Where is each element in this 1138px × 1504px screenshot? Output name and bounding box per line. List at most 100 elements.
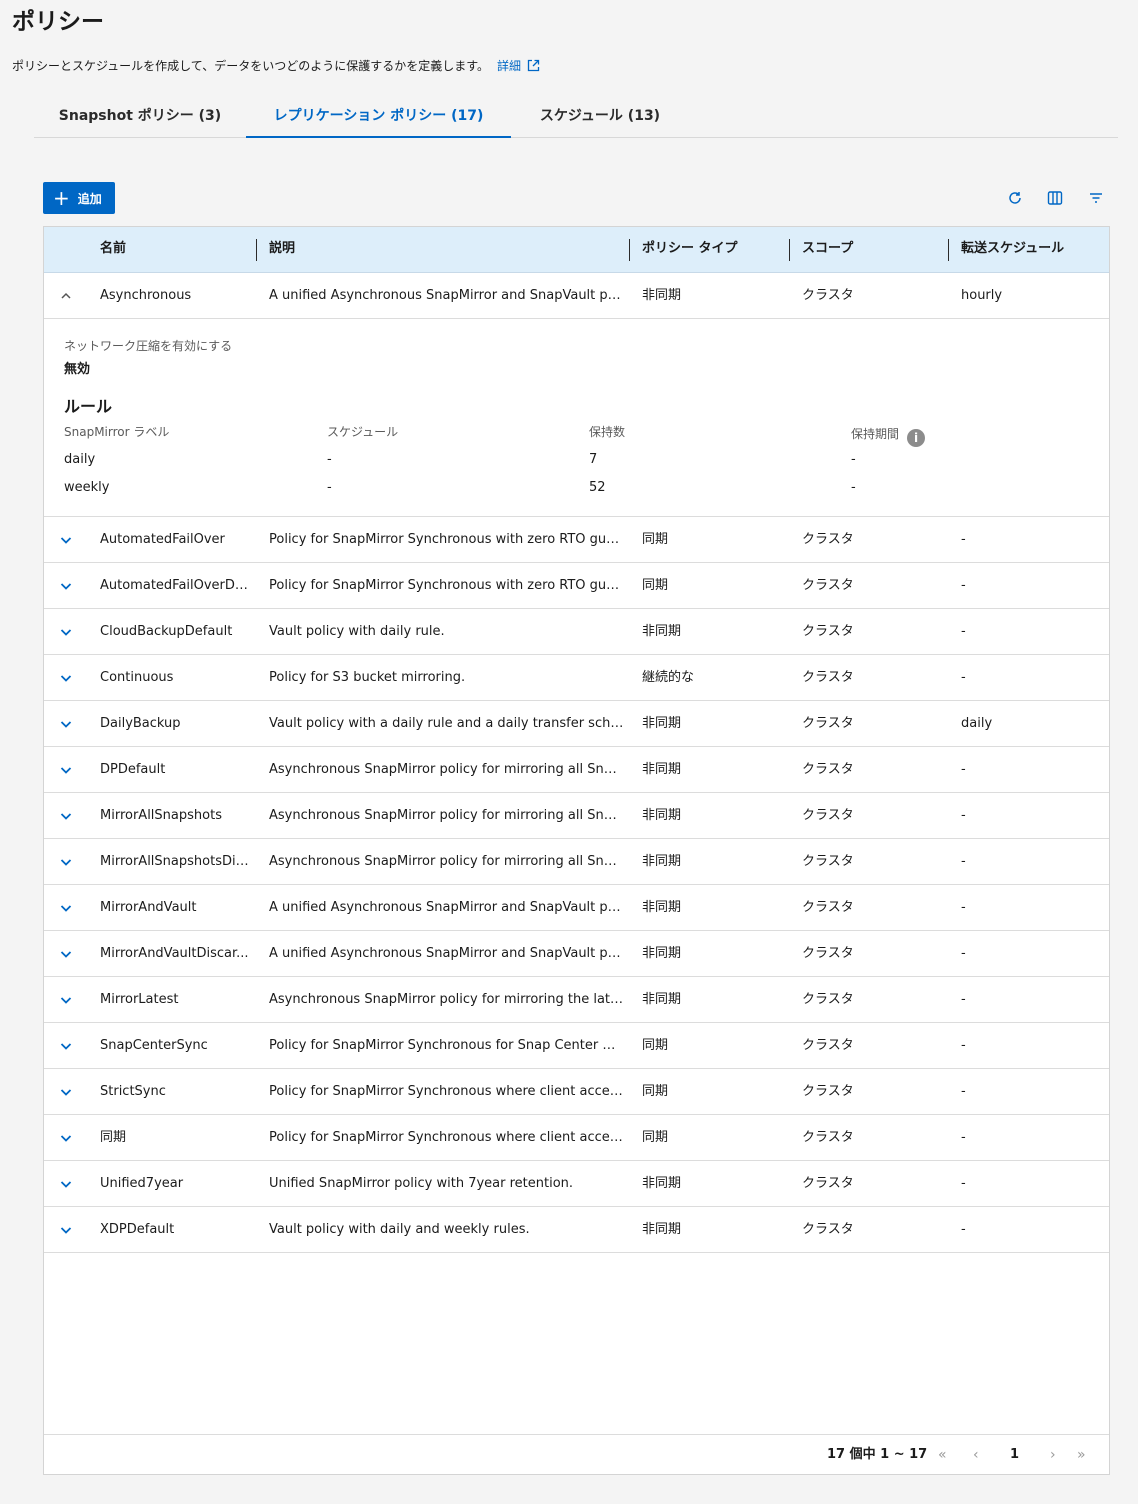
row-transfer-schedule: - xyxy=(961,1130,966,1145)
chevron-down-icon[interactable] xyxy=(59,900,73,914)
row-name: XDPDefault xyxy=(100,1222,175,1237)
row-scope: クラスタ xyxy=(802,1038,854,1053)
tab-schedule[interactable]: スケジュール (13) xyxy=(511,96,689,138)
row-name: CloudBackupDefault xyxy=(100,624,233,639)
row-description: Policy for SnapMirror Synchronous for Sn… xyxy=(269,1038,624,1053)
row-description: Policy for SnapMirror Synchronous with z… xyxy=(269,578,624,593)
table-row[interactable]: Asynchronous A unified Asynchronous SnapM… xyxy=(44,273,1109,319)
column-separator xyxy=(256,239,257,261)
row-transfer-schedule: daily xyxy=(961,716,993,731)
columns-icon[interactable] xyxy=(1044,187,1066,209)
table-row[interactable]: AutomatedFailOverDu... Policy for SnapMir… xyxy=(44,563,1109,609)
table-row[interactable]: MirrorAndVaultDiscar... A unified Asynchr… xyxy=(44,931,1109,977)
pagination: 17 個中 1 ~ 17 « ‹ 1 › » xyxy=(44,1434,1109,1474)
compression-value: 無効 xyxy=(64,362,91,377)
table-row[interactable]: MirrorAllSnapshots Asynchronous SnapMirro… xyxy=(44,793,1109,839)
refresh-icon[interactable] xyxy=(1004,187,1026,209)
row-description: A unified Asynchronous SnapMirror and Sn… xyxy=(269,900,624,915)
table-row[interactable]: DailyBackup Vault policy with a daily rul… xyxy=(44,701,1109,747)
first-page-icon[interactable]: « xyxy=(938,1435,947,1475)
next-page-icon[interactable]: › xyxy=(1050,1435,1056,1475)
row-name: MirrorAllSnapshotsDis... xyxy=(100,854,250,869)
filter-icon[interactable] xyxy=(1085,187,1107,209)
row-description: Policy for SnapMirror Synchronous where … xyxy=(269,1084,624,1099)
chevron-down-icon[interactable] xyxy=(59,762,73,776)
chevron-up-icon[interactable] xyxy=(59,288,73,302)
chevron-down-icon[interactable] xyxy=(59,1130,73,1144)
row-policy-type: 非同期 xyxy=(642,1222,682,1237)
row-policy-type: 同期 xyxy=(642,1084,669,1099)
rule-column-period: 保持期間 i xyxy=(851,425,926,447)
chevron-down-icon[interactable] xyxy=(59,624,73,638)
tab-bar: Snapshot ポリシー (3) レプリケーション ポリシー (17) スケジ… xyxy=(34,96,1118,138)
row-scope: クラスタ xyxy=(802,1222,854,1237)
chevron-down-icon[interactable] xyxy=(59,578,73,592)
column-header-name[interactable]: 名前 xyxy=(100,227,126,272)
row-name: AutomatedFailOverDu... xyxy=(100,578,250,593)
page-description: ポリシーとスケジュールを作成して、データをいつどのように保護するかを定義します。… xyxy=(12,56,540,78)
row-name: DailyBackup xyxy=(100,716,181,731)
column-separator xyxy=(789,239,790,261)
row-transfer-schedule: - xyxy=(961,670,966,685)
table-row[interactable]: Continuous Policy for S3 bucket mirroring… xyxy=(44,655,1109,701)
chevron-down-icon[interactable] xyxy=(59,1222,73,1236)
chevron-down-icon[interactable] xyxy=(59,1038,73,1052)
rule-label: daily xyxy=(64,452,96,467)
row-description: Policy for S3 bucket mirroring. xyxy=(269,670,466,685)
chevron-down-icon[interactable] xyxy=(59,808,73,822)
chevron-down-icon[interactable] xyxy=(59,1176,73,1190)
table-row[interactable]: StrictSync Policy for SnapMirror Synchron… xyxy=(44,1069,1109,1115)
column-separator xyxy=(948,239,949,261)
chevron-down-icon[interactable] xyxy=(59,532,73,546)
table-row[interactable]: MirrorAllSnapshotsDis... Asynchronous Sna… xyxy=(44,839,1109,885)
external-link-icon[interactable] xyxy=(527,58,540,78)
chevron-down-icon[interactable] xyxy=(59,946,73,960)
table-row[interactable]: 同期 Policy for SnapMirror Synchronous wher… xyxy=(44,1115,1109,1161)
chevron-down-icon[interactable] xyxy=(59,992,73,1006)
row-description: Asynchronous SnapMirror policy for mirro… xyxy=(269,854,624,869)
column-header-scope[interactable]: スコープ xyxy=(802,227,853,272)
chevron-down-icon[interactable] xyxy=(59,854,73,868)
row-policy-type: 非同期 xyxy=(642,716,682,731)
info-icon[interactable]: i xyxy=(907,429,926,447)
details-link[interactable]: 詳細 xyxy=(497,59,521,73)
table-row[interactable]: DPDefault Asynchronous SnapMirror policy … xyxy=(44,747,1109,793)
row-description: Vault policy with daily rule. xyxy=(269,624,445,639)
column-header-transfer-schedule[interactable]: 転送スケジュール xyxy=(961,227,1064,272)
row-transfer-schedule: - xyxy=(961,854,966,869)
table-row[interactable]: CloudBackupDefault Vault policy with dail… xyxy=(44,609,1109,655)
row-scope: クラスタ xyxy=(802,1084,854,1099)
table-row[interactable]: MirrorLatest Asynchronous SnapMirror poli… xyxy=(44,977,1109,1023)
chevron-down-icon[interactable] xyxy=(59,1084,73,1098)
table-row[interactable]: SnapCenterSync Policy for SnapMirror Sync… xyxy=(44,1023,1109,1069)
column-header-policy-type[interactable]: ポリシー タイプ xyxy=(642,227,738,272)
chevron-down-icon[interactable] xyxy=(59,716,73,730)
row-scope: クラスタ xyxy=(802,716,854,731)
column-header-description[interactable]: 説明 xyxy=(269,227,295,272)
table-row[interactable]: MirrorAndVault A unified Asynchronous Sna… xyxy=(44,885,1109,931)
table-row[interactable]: XDPDefault Vault policy with daily and we… xyxy=(44,1207,1109,1253)
prev-page-icon[interactable]: ‹ xyxy=(973,1435,979,1475)
add-button[interactable]: + 追加 xyxy=(43,182,115,214)
row-scope: クラスタ xyxy=(802,624,854,639)
row-scope: クラスタ xyxy=(802,992,854,1007)
row-name: SnapCenterSync xyxy=(100,1038,208,1053)
row-name: Unified7year xyxy=(100,1176,184,1191)
row-scope: クラスタ xyxy=(802,578,854,593)
row-name: StrictSync xyxy=(100,1084,166,1099)
rules-title: ルール xyxy=(64,397,113,416)
chevron-down-icon[interactable] xyxy=(59,670,73,684)
tab-replication-policy[interactable]: レプリケーション ポリシー (17) xyxy=(246,96,511,138)
last-page-icon[interactable]: » xyxy=(1077,1435,1086,1475)
tab-snapshot-policy[interactable]: Snapshot ポリシー (3) xyxy=(34,96,246,138)
table-row[interactable]: Unified7year Unified SnapMirror policy wi… xyxy=(44,1161,1109,1207)
rule-count: 52 xyxy=(589,480,606,495)
table-row[interactable]: AutomatedFailOver Policy for SnapMirror S… xyxy=(44,517,1109,563)
row-transfer-schedule: - xyxy=(961,992,966,1007)
pagination-summary: 17 個中 1 ~ 17 xyxy=(827,1447,928,1462)
row-policy-type: 同期 xyxy=(642,1038,669,1053)
row-transfer-schedule: - xyxy=(961,578,966,593)
row-name: DPDefault xyxy=(100,762,166,777)
row-description: Policy for SnapMirror Synchronous with z… xyxy=(269,532,624,547)
current-page[interactable]: 1 xyxy=(1010,1435,1019,1475)
